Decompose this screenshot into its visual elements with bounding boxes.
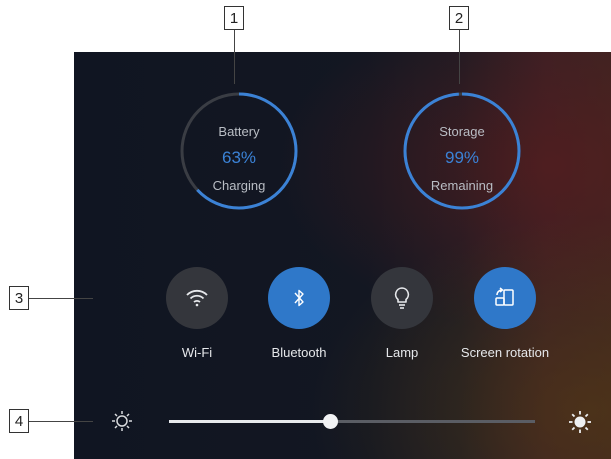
wifi-icon [186, 289, 208, 307]
bluetooth-label: Bluetooth [271, 345, 327, 360]
callout-4: 4 [9, 409, 29, 433]
callout-3: 3 [9, 286, 29, 310]
brightness-slider-thumb[interactable] [323, 414, 339, 429]
callout-1: 1 [224, 6, 244, 30]
page: Battery 63% Charging Storage 99% Remaini… [0, 0, 611, 459]
lamp-label: Lamp [385, 345, 419, 360]
callout-4-leader [29, 421, 93, 422]
brightness-high-icon [569, 411, 591, 433]
quick-settings-panel: Battery 63% Charging Storage 99% Remaini… [74, 52, 611, 459]
storage-status: Remaining [430, 178, 494, 193]
callout-2-leader [459, 30, 460, 84]
storage-gauge: Storage 99% Remaining [401, 90, 523, 212]
storage-title: Storage [439, 124, 485, 139]
battery-title: Battery [218, 124, 260, 139]
callout-3-leader [29, 298, 93, 299]
lamp-icon [394, 287, 410, 309]
brightness-low-icon [112, 411, 132, 431]
bluetooth-toggle-button[interactable] [268, 267, 330, 329]
wifi-label: Wi-Fi [181, 345, 213, 360]
brightness-slider[interactable] [169, 414, 535, 429]
battery-value: 63% [221, 148, 257, 167]
bluetooth-icon [294, 289, 304, 307]
storage-value: 99% [444, 148, 480, 167]
screen-rotation-toggle-button[interactable] [474, 267, 536, 329]
battery-gauge: Battery 63% Charging [178, 90, 300, 212]
lamp-toggle-button[interactable] [371, 267, 433, 329]
screen-rotation-icon [495, 287, 514, 306]
brightness-slider-fill [169, 420, 331, 423]
battery-status: Charging [212, 178, 266, 193]
screen-rotation-label: Screen rotation [460, 345, 550, 360]
wifi-toggle-button[interactable] [166, 267, 228, 329]
callout-1-leader [234, 30, 235, 84]
callout-2: 2 [449, 6, 469, 30]
